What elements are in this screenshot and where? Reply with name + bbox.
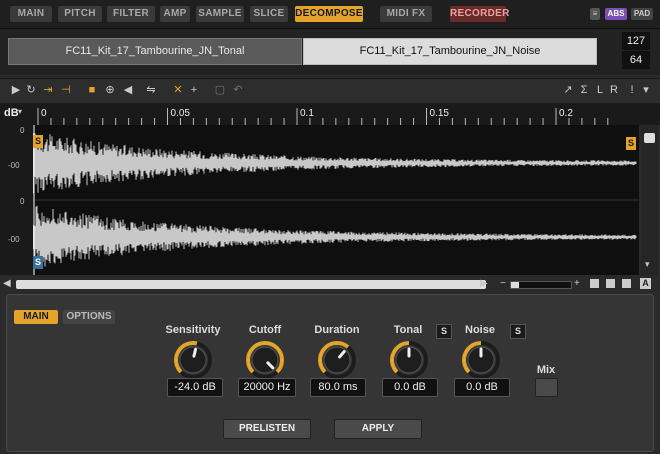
tonal-solo-button[interactable]: S [436,324,452,339]
tab-sample[interactable]: SAMPLE [196,6,244,22]
play-icon[interactable]: ▶ [10,84,22,96]
waveform-display[interactable] [33,125,639,275]
ruler-tick-label: 0.1 [300,108,314,119]
waveform-toolbar: ▶ ↻ ⇥ ⊣ ■ ⊕ ◀ ⇋ ✕ + ▢ ↶ ↗ Σ L R ! ▾ [0,78,660,104]
sustain-marker[interactable]: S [33,256,43,269]
zoom-fit-icon[interactable] [590,279,599,288]
db-scale: 0 -00 0 -00 [0,125,33,275]
zoom-out-icon[interactable]: − [500,278,506,289]
noise-label: Noise [465,324,495,336]
ruler-tick-label: 0.15 [430,108,450,119]
auto-zoom-icon[interactable]: A [640,278,651,289]
noise-solo-button[interactable]: S [510,324,526,339]
apply-button[interactable]: APPLY [334,419,422,439]
panel-tab-main[interactable]: MAIN [14,310,58,324]
waveform-plot [33,125,639,275]
pad-button[interactable]: PAD [631,8,653,20]
ruler-ticks: 0 0.05 0.1 0.15 0.2 [37,108,609,125]
mix-label: Mix [536,364,556,376]
chevron-left-icon[interactable]: ◀ [3,278,11,289]
audition-icon[interactable]: ↗ [562,84,574,96]
zoom-icon[interactable]: ⊕ [104,84,116,96]
knob-cutoff[interactable] [246,341,284,379]
zoom-selection-icon[interactable] [606,279,615,288]
db-scale-minus-2: -00 [8,235,20,244]
tab-midi-fx[interactable]: MIDI FX [380,6,432,22]
ruler-tick-label: 0.2 [559,108,573,119]
velocity-low-field[interactable]: 64 [622,51,650,69]
undo-icon[interactable]: ↶ [232,84,244,96]
time-ruler[interactable]: dB ▾ 0 0.05 0.1 0.15 0.2 [0,103,660,125]
tab-main[interactable]: MAIN [10,6,52,22]
waveform-channel-right [33,205,637,267]
velocity-high-field[interactable]: 127 [622,32,650,50]
cutoff-label: Cutoff [248,324,282,336]
sample-tonal-tab[interactable]: FC11_Kit_17_Tambourine_JN_Tonal [8,38,302,65]
decompose-panel: MAIN OPTIONS Sensitivity Cutoff Duration… [6,294,654,452]
snap-icon[interactable]: ⇥ [42,84,54,96]
speaker-icon[interactable]: ◀ [122,84,134,96]
knob-noise[interactable] [462,341,500,379]
list-icon[interactable]: ≡ [590,8,600,20]
tab-filter[interactable]: FILTER [107,6,155,22]
horizontal-scroll-thumb[interactable] [16,280,486,289]
top-tab-bar: MAIN PITCH FILTER AMP SAMPLE SLICE DECOM… [0,0,660,29]
chevron-right-icon[interactable]: ▶ [480,278,488,289]
sensitivity-value[interactable]: -24.0 dB [167,378,223,397]
db-scale-top: 0 [20,126,25,135]
loop-icon[interactable]: ↻ [25,84,37,96]
abs-button[interactable]: ABS [605,8,627,20]
right-channel-icon[interactable]: R [608,84,620,96]
tab-decompose[interactable]: DECOMPOSE [295,6,363,22]
ruler-tick-label: 0 [41,108,47,119]
select-range-icon[interactable]: ■ [86,84,98,96]
mix-toggle[interactable] [535,378,558,397]
tonal-label: Tonal [393,324,423,336]
chevron-down-icon[interactable]: ▾ [640,84,652,96]
tab-amp[interactable]: AMP [160,6,190,22]
sensitivity-label: Sensitivity [165,324,221,336]
info-icon[interactable]: ! [626,84,638,96]
db-scale-minus-1: -00 [8,161,20,170]
cutoff-value[interactable]: 20000 Hz [238,378,296,397]
db-scale-zero: 0 [20,197,25,206]
stop-icon[interactable]: ▢ [214,84,226,96]
knob-duration[interactable] [318,341,356,379]
zoom-loop-icon[interactable] [622,279,631,288]
ruler-tick-label: 0.05 [171,108,191,119]
tonal-value[interactable]: 0.0 dB [382,378,438,397]
crossfade-icon[interactable]: ✕ [172,84,184,96]
end-marker[interactable]: S [626,137,636,150]
zoom-in-icon[interactable]: + [574,278,580,289]
panel-tab-options[interactable]: OPTIONS [63,310,115,324]
knob-sensitivity[interactable] [174,341,212,379]
trim-icon[interactable]: ⇋ [145,84,157,96]
marker-icon[interactable]: ⊣ [60,84,72,96]
tab-pitch[interactable]: PITCH [58,6,102,22]
waveform-channel-left [33,133,637,194]
sample-selector-bar: FC11_Kit_17_Tambourine_JN_Tonal FC11_Kit… [0,29,660,75]
tab-slice[interactable]: SLICE [250,6,288,22]
duration-label: Duration [314,324,360,336]
start-marker[interactable]: S [33,135,43,148]
tab-recorder[interactable]: RECORDER [450,6,509,22]
duration-value[interactable]: 80.0 ms [310,378,366,397]
zoom-slider-handle[interactable] [511,282,519,288]
vertical-scroll-thumb[interactable] [644,133,655,143]
zoom-slider[interactable] [510,281,572,289]
vertical-scrollbar[interactable]: ▾ [641,125,658,275]
knob-tonal[interactable] [390,341,428,379]
sum-icon[interactable]: Σ [578,84,590,96]
left-channel-icon[interactable]: L [594,84,606,96]
noise-value[interactable]: 0.0 dB [454,378,510,397]
sample-noise-tab[interactable]: FC11_Kit_17_Tambourine_JN_Noise [303,38,597,65]
crosshair-icon[interactable]: + [188,84,200,96]
horizontal-scrollbar[interactable]: ◀ ▶ − + A [0,277,660,292]
chevron-down-icon[interactable]: ▾ [645,259,650,270]
prelisten-button[interactable]: PRELISTEN [223,419,311,439]
